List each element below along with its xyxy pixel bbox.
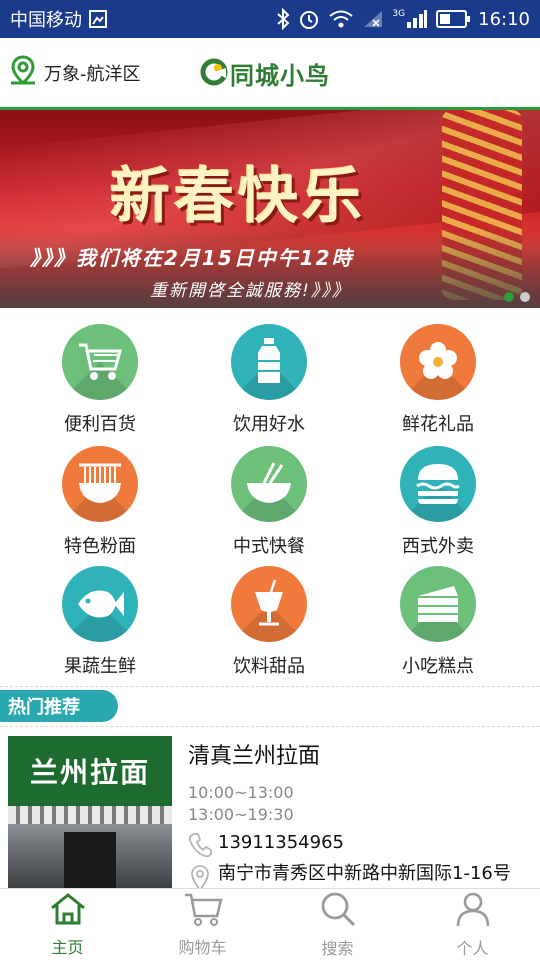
category-grid: 便利百货 饮用好水 鲜花礼品 特色粉面 中式快餐 西式外卖 果蔬生鲜 饮料甜品 … [0, 316, 540, 678]
category-label: 果蔬生鲜 [64, 656, 136, 677]
banner-dot[interactable] [520, 292, 530, 302]
tab-label: 主页 [51, 937, 84, 957]
cake-icon [400, 566, 476, 642]
tab-home[interactable]: 主页 [0, 889, 135, 960]
section-divider [0, 726, 540, 727]
tab-profile[interactable]: 个人 [405, 889, 540, 960]
category-label: 饮用好水 [233, 414, 305, 435]
cart-icon [183, 892, 223, 930]
shop-thumbnail: 兰州拉面 [8, 736, 172, 890]
shop-name: 清真兰州拉面 [188, 744, 321, 769]
category-noodles[interactable]: 特色粉面 [30, 446, 170, 564]
burger-icon [400, 446, 476, 522]
status-bar: 中国移动 3G 16:10 [0, 0, 540, 38]
phone-icon [188, 832, 212, 858]
drink-cup-icon [231, 566, 307, 642]
brand-name: 同城小鸟 [230, 62, 330, 90]
hot-recommend-tag: 热门推荐 [0, 690, 118, 722]
category-drinks-desserts[interactable]: 饮料甜品 [199, 566, 339, 684]
banner-subtitle-2: 重新開啓全誠服務!》》》 [150, 281, 351, 301]
fish-icon [62, 566, 138, 642]
banner-pagination [504, 292, 530, 302]
shop-hours-2: 13:00~19:30 [188, 805, 294, 824]
brand-logo: 同城小鸟 [200, 56, 330, 91]
shop-address: 南宁市青秀区中新路中新国际1-16号 [218, 863, 511, 884]
shop-phone: 13911354965 [218, 832, 344, 853]
battery-icon [436, 10, 471, 28]
category-label: 特色粉面 [64, 536, 136, 557]
recommended-shop-card[interactable]: 兰州拉面 清真兰州拉面 10:00~13:00 13:00~19:30 1391… [0, 730, 540, 892]
category-label: 小吃糕点 [402, 656, 474, 677]
shop-awning [8, 806, 172, 824]
shop-door [64, 832, 116, 890]
tab-search[interactable]: 搜索 [270, 889, 405, 960]
category-snacks-pastries[interactable]: 小吃糕点 [368, 566, 508, 684]
alarm-icon [298, 8, 320, 30]
category-label: 便利百货 [64, 414, 136, 435]
category-label: 鲜花礼品 [402, 414, 474, 435]
tab-label: 个人 [456, 938, 489, 958]
clock-label: 16:10 [478, 8, 530, 30]
location-selector[interactable]: 万象-航洋区 [8, 54, 141, 91]
promo-banner[interactable]: 新春快乐 》》》我们将在2月15日中午12時 重新開啓全誠服務!》》》 [0, 110, 540, 308]
location-pin-icon [8, 54, 38, 91]
section-divider [0, 686, 540, 687]
bird-logo-icon [200, 58, 228, 90]
water-bottle-icon [231, 324, 307, 400]
noodle-bowl-icon [62, 446, 138, 522]
bluetooth-icon [276, 8, 290, 30]
tab-cart[interactable]: 购物车 [135, 889, 270, 960]
search-icon [319, 891, 357, 931]
location-label: 万象-航洋区 [44, 63, 141, 85]
banner-dot-active[interactable] [504, 292, 514, 302]
rice-bowl-icon [231, 446, 307, 522]
category-label: 饮料甜品 [233, 656, 305, 677]
shopping-cart-icon [62, 324, 138, 400]
network-type-label: 3G [392, 9, 406, 19]
flower-icon [400, 324, 476, 400]
shop-phone-row[interactable]: 13911354965 [188, 832, 528, 858]
home-icon [49, 892, 87, 930]
category-label: 中式快餐 [233, 536, 305, 557]
carrier-label: 中国移动 [10, 10, 82, 31]
bottom-navigation: 主页 购物车 搜索 个人 [0, 888, 540, 960]
person-icon [455, 891, 491, 931]
wifi-icon [328, 9, 354, 29]
signal-off-icon [362, 9, 384, 29]
banner-title: 新春快乐 [110, 162, 366, 232]
category-drinking-water[interactable]: 饮用好水 [199, 324, 339, 442]
banner-subtitle-1: 》》》我们将在2月15日中午12時 [30, 246, 354, 270]
category-chinese-fast-food[interactable]: 中式快餐 [199, 446, 339, 564]
shop-sign: 兰州拉面 [8, 736, 172, 806]
shop-info: 清真兰州拉面 10:00~13:00 13:00~19:30 139113549… [188, 738, 528, 892]
category-label: 西式外卖 [402, 536, 474, 557]
category-convenience-goods[interactable]: 便利百货 [30, 324, 170, 442]
signal-3g-icon: 3G [392, 9, 428, 29]
category-western-takeout[interactable]: 西式外卖 [368, 446, 508, 564]
photo-notification-icon [88, 9, 108, 29]
category-fresh-produce[interactable]: 果蔬生鲜 [30, 566, 170, 684]
tab-label: 购物车 [178, 937, 227, 957]
category-flowers-gifts[interactable]: 鲜花礼品 [368, 324, 508, 442]
app-header: 万象-航洋区 同城小鸟 [0, 38, 540, 110]
tab-label: 搜索 [321, 938, 354, 958]
shop-hours-1: 10:00~13:00 [188, 783, 294, 802]
